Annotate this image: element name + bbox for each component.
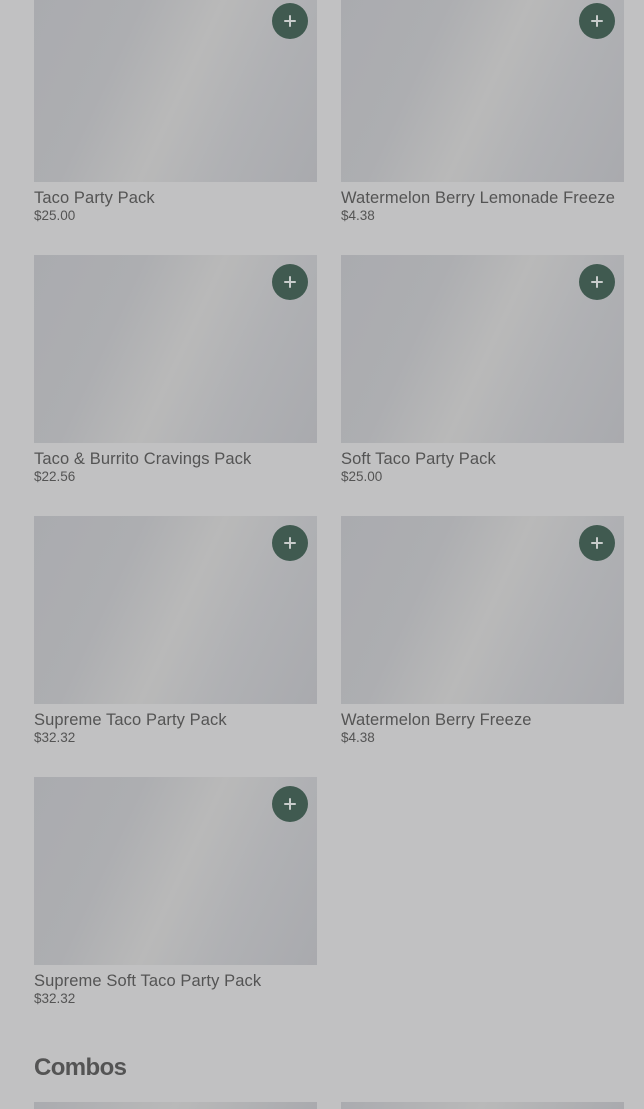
product-card[interactable]: Taco & Burrito Cravings Pack $22.56 bbox=[34, 255, 317, 495]
product-name[interactable]: Taco & Burrito Cravings Pack bbox=[34, 450, 251, 469]
product-name[interactable]: Supreme Taco Party Pack bbox=[34, 711, 227, 730]
product-card[interactable]: Supreme Soft Taco Party Pack $32.32 bbox=[34, 777, 317, 1017]
menu-page: Taco Party Pack $25.00 Watermelon Berry … bbox=[0, 0, 644, 1109]
product-card[interactable]: Watermelon Berry Freeze $4.38 bbox=[341, 516, 624, 756]
add-to-cart-button[interactable] bbox=[579, 525, 615, 561]
product-price: $32.32 bbox=[34, 730, 76, 745]
add-to-cart-button[interactable] bbox=[272, 264, 308, 300]
plus-icon bbox=[284, 276, 296, 288]
add-to-cart-button[interactable] bbox=[272, 786, 308, 822]
product-price: $25.00 bbox=[341, 469, 383, 484]
product-price: $32.32 bbox=[34, 991, 76, 1006]
add-to-cart-button[interactable] bbox=[272, 3, 308, 39]
product-name[interactable]: Taco Party Pack bbox=[34, 189, 155, 208]
product-card[interactable]: Watermelon Berry Lemonade Freeze $4.38 bbox=[341, 0, 624, 234]
plus-icon bbox=[591, 15, 603, 27]
plus-icon bbox=[284, 798, 296, 810]
plus-icon bbox=[284, 15, 296, 27]
product-price: $4.38 bbox=[341, 730, 375, 745]
product-price: $22.56 bbox=[34, 469, 76, 484]
add-to-cart-button[interactable] bbox=[579, 264, 615, 300]
product-name[interactable]: Watermelon Berry Freeze bbox=[341, 711, 532, 730]
plus-icon bbox=[591, 276, 603, 288]
product-card[interactable]: Soft Taco Party Pack $25.00 bbox=[341, 255, 624, 495]
add-to-cart-button[interactable] bbox=[272, 525, 308, 561]
combos-section-title: Combos bbox=[34, 1054, 127, 1081]
product-name[interactable]: Watermelon Berry Lemonade Freeze bbox=[341, 189, 615, 208]
product-price: $25.00 bbox=[34, 208, 76, 223]
combo-card-image[interactable] bbox=[341, 1102, 624, 1109]
product-card[interactable]: Taco Party Pack $25.00 bbox=[34, 0, 317, 234]
product-name[interactable]: Soft Taco Party Pack bbox=[341, 450, 496, 469]
plus-icon bbox=[284, 537, 296, 549]
product-card[interactable]: Supreme Taco Party Pack $32.32 bbox=[34, 516, 317, 756]
combo-card-image[interactable] bbox=[34, 1102, 317, 1109]
add-to-cart-button[interactable] bbox=[579, 3, 615, 39]
product-price: $4.38 bbox=[341, 208, 375, 223]
product-name[interactable]: Supreme Soft Taco Party Pack bbox=[34, 972, 261, 991]
plus-icon bbox=[591, 537, 603, 549]
